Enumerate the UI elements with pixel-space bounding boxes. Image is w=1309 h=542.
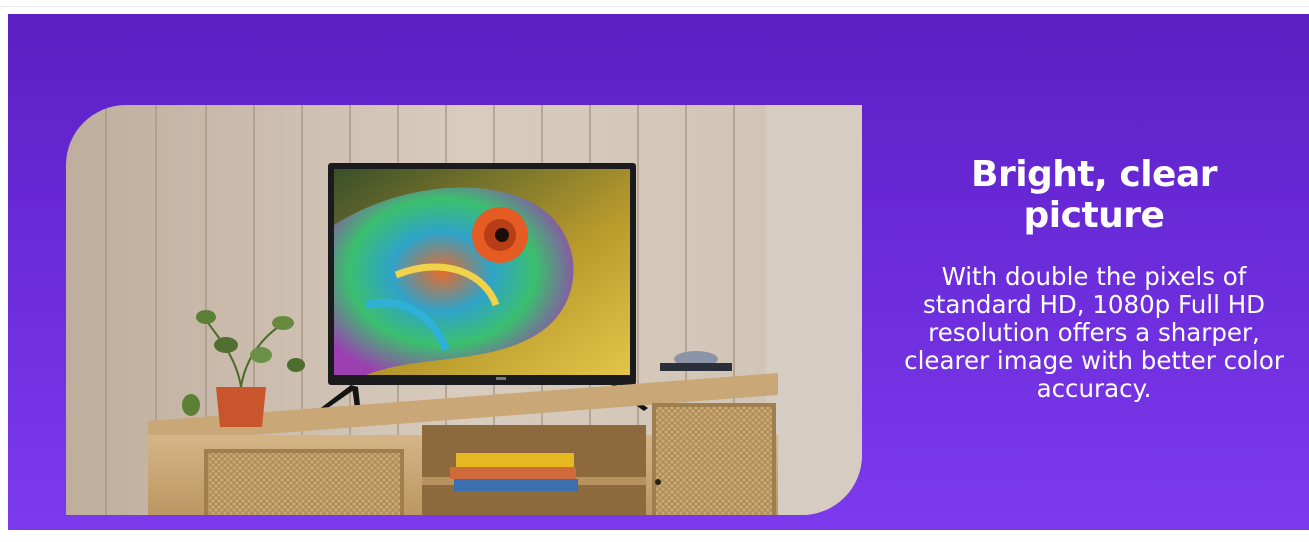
product-lifestyle-image (66, 105, 862, 515)
feature-headline: Bright, clear picture (971, 154, 1218, 236)
television (318, 163, 648, 423)
page-divider (0, 6, 1309, 7)
feature-description: With double the pixels of standard HD, 1… (904, 262, 1284, 403)
feature-copy: Bright, clear picture With double the pi… (894, 154, 1294, 428)
feature-banner: Bright, clear picture With double the pi… (8, 14, 1309, 530)
